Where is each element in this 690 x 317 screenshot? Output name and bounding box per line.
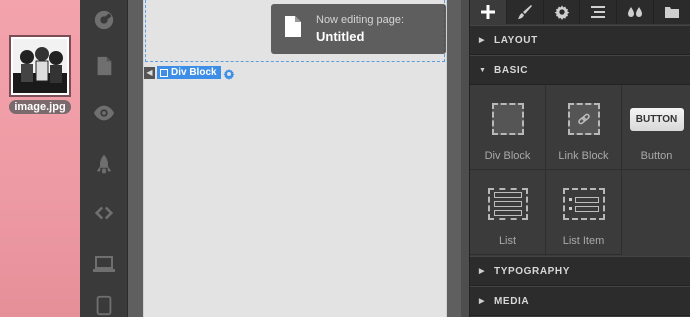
selected-element-tag: ◀ Div Block	[144, 66, 235, 80]
left-toolbar	[80, 0, 128, 317]
caret-right-icon: ▶	[479, 298, 485, 305]
basic-elements-grid: Div Block Link Block BUTTON Button List …	[470, 85, 690, 256]
code-icon	[94, 206, 114, 220]
element-list-item[interactable]: List Item	[546, 170, 622, 255]
eye-icon	[93, 105, 115, 121]
section-layout-label: LAYOUT	[494, 34, 538, 46]
right-panel: ▶ LAYOUT ▼ BASIC Div Block Link Block BU…	[469, 0, 690, 317]
list-icon	[487, 188, 528, 220]
panel-tabs	[470, 0, 690, 24]
button-chip-icon: BUTTON	[629, 107, 684, 131]
tab-navigator[interactable]	[580, 0, 618, 24]
publish-tool[interactable]	[80, 145, 128, 185]
navigator-icon	[591, 6, 606, 18]
panel-divider	[461, 0, 469, 317]
parent-select-icon[interactable]: ◀	[144, 66, 155, 79]
toast-page-name: Untitled	[316, 29, 365, 44]
section-media[interactable]: ▶ MEDIA	[470, 286, 690, 316]
gear-icon	[223, 68, 235, 80]
section-basic[interactable]: ▼ BASIC	[470, 55, 690, 85]
element-label: Link Block	[558, 150, 609, 162]
div-block-icon	[491, 103, 524, 135]
div-square-icon	[160, 68, 168, 77]
element-label: Div Block	[484, 150, 531, 162]
file-name-label: image.jpg	[9, 100, 71, 114]
page-icon	[97, 56, 112, 76]
tab-style[interactable]	[507, 0, 544, 24]
preview-tool[interactable]	[80, 93, 128, 133]
link-block-icon	[567, 103, 600, 135]
element-label: List	[498, 235, 517, 247]
document-icon	[285, 16, 301, 42]
caret-right-icon: ▶	[479, 37, 485, 44]
section-layout[interactable]: ▶ LAYOUT	[470, 25, 690, 55]
element-div-block[interactable]: Div Block	[470, 85, 546, 170]
element-list[interactable]: List	[470, 170, 546, 255]
editing-toast: Now editing page: Untitled	[271, 4, 446, 54]
tab-add[interactable]	[470, 0, 507, 24]
add-icon	[480, 5, 495, 19]
gear-icon	[554, 5, 569, 20]
laptop-icon	[93, 256, 115, 272]
caret-right-icon: ▶	[479, 268, 485, 275]
settings-icon	[94, 10, 114, 30]
desktop-file-image[interactable]: image.jpg	[8, 37, 72, 115]
element-chip-label: Div Block	[171, 67, 217, 78]
rocket-icon	[96, 154, 112, 174]
image-thumbnail	[11, 37, 69, 95]
desktop: image.jpg	[0, 0, 80, 317]
tab-swatches[interactable]	[617, 0, 655, 24]
tab-assets[interactable]	[654, 0, 690, 24]
caret-down-icon: ▼	[479, 66, 487, 74]
settings-tool[interactable]	[80, 0, 128, 40]
toast-caption: Now editing page:	[316, 14, 405, 26]
element-settings-button[interactable]	[223, 67, 235, 80]
drops-icon	[628, 7, 643, 17]
element-button[interactable]: BUTTON Button	[622, 85, 690, 170]
element-label: Button	[640, 150, 673, 162]
code-tool[interactable]	[80, 193, 128, 233]
element-label: List Item	[562, 235, 605, 247]
brush-icon	[517, 5, 532, 19]
pages-tool[interactable]	[80, 46, 128, 86]
section-typography-label: TYPOGRAPHY	[494, 265, 571, 277]
section-media-label: MEDIA	[494, 295, 530, 307]
tablet-icon	[96, 295, 112, 316]
desktop-view-tool[interactable]	[80, 245, 128, 285]
tablet-view-tool[interactable]	[80, 285, 128, 317]
element-link-block[interactable]: Link Block	[546, 85, 622, 170]
section-basic-label: BASIC	[494, 64, 529, 76]
tab-settings[interactable]	[544, 0, 581, 24]
section-typography[interactable]: ▶ TYPOGRAPHY	[470, 256, 690, 286]
element-chip[interactable]: Div Block	[157, 66, 221, 79]
folder-icon	[665, 7, 680, 18]
list-item-icon	[562, 188, 605, 220]
